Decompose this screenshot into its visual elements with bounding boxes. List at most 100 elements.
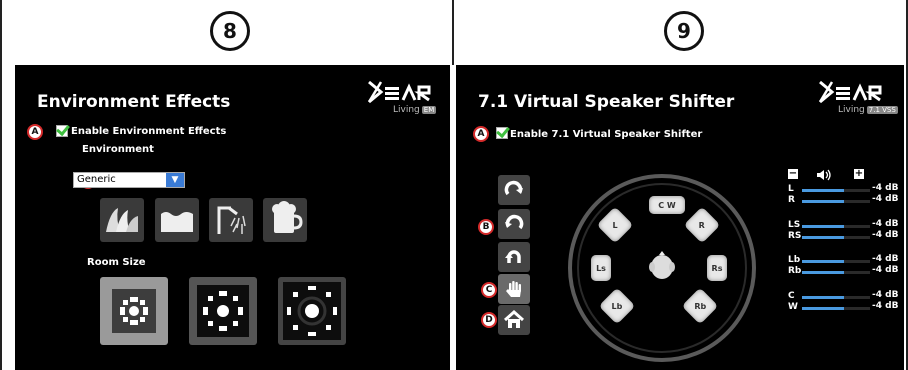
home-button[interactable]: [498, 305, 530, 335]
channel-name: L: [788, 184, 794, 194]
enable-environment-label: Enable Environment Effects: [71, 126, 227, 137]
environment-select-value: Generic: [77, 174, 116, 185]
channel-level: [802, 200, 845, 203]
channel-level: [802, 189, 845, 192]
listener-head-icon: [648, 251, 676, 281]
speaker-left-label: L: [612, 220, 618, 230]
channel-slider[interactable]: [802, 200, 870, 203]
marker-b: B: [478, 219, 494, 235]
room-large-icon: [283, 282, 341, 340]
xear-logo: Living 7.1 VSS: [818, 79, 898, 115]
speaker-center[interactable]: C W: [649, 196, 685, 214]
room-size-medium[interactable]: [189, 277, 257, 345]
marker-d: D: [481, 312, 497, 328]
xear-logo: Living EM: [367, 79, 439, 115]
enable-speaker-shifter-label: Enable 7.1 Virtual Speaker Shifter: [510, 129, 703, 140]
xear-logo-mark: [367, 80, 431, 104]
logo-sub: Living EM: [393, 105, 437, 115]
step-number-8: 8: [210, 11, 250, 51]
chevron-down-icon: ▼: [166, 173, 184, 187]
channel-name: Lb: [788, 255, 801, 265]
mug-icon: [272, 201, 303, 233]
channel-db: -4 dB: [872, 194, 899, 204]
enable-speaker-shifter-checkbox[interactable]: [496, 127, 508, 139]
channel-name: R: [788, 195, 795, 205]
step-number-9: 9: [664, 11, 704, 51]
xear-logo-mark: [818, 80, 882, 104]
frame-left-line: [0, 0, 2, 370]
room-size-large[interactable]: [278, 277, 346, 345]
channel-slider[interactable]: [802, 271, 870, 274]
channel-level: [802, 271, 845, 274]
enable-environment-checkbox[interactable]: [56, 125, 68, 137]
logo-badge: EM: [421, 106, 437, 114]
channel-db: -4 dB: [872, 230, 899, 240]
channel-slider[interactable]: [802, 236, 870, 239]
hand-drag-button[interactable]: [498, 274, 530, 304]
speaker-right-surround[interactable]: Rs: [707, 255, 727, 281]
speaker-ls-label: Ls: [596, 263, 606, 273]
marker-a: A: [27, 124, 43, 140]
rotate-reset-button[interactable]: [498, 242, 530, 272]
channel-slider[interactable]: [802, 225, 870, 228]
channel-db: -4 dB: [872, 301, 899, 311]
channel-name: W: [788, 302, 798, 312]
environment-label: Environment: [82, 144, 154, 155]
speaker-left-surround[interactable]: Ls: [591, 255, 611, 281]
rotate-counterclockwise-icon: [505, 214, 524, 230]
speaker-center-label: C: [658, 200, 665, 210]
volume-down-button[interactable]: −: [788, 169, 798, 179]
speaker-rb-label: Rb: [694, 301, 706, 311]
marker-a: A: [473, 126, 489, 142]
environment-shower-tile[interactable]: [209, 198, 253, 242]
channel-db: -4 dB: [872, 254, 899, 264]
channel-db: -4 dB: [872, 290, 899, 300]
water-icon: [161, 212, 193, 232]
channel-level: [802, 260, 845, 263]
rotate-counterclockwise-button[interactable]: [498, 209, 530, 239]
logo-sub: Living 7.1 VSS: [838, 105, 898, 115]
room-small-icon: [112, 289, 156, 333]
channel-name: C: [788, 291, 795, 301]
environment-theater-tile[interactable]: [100, 198, 144, 242]
room-size-label: Room Size: [87, 257, 146, 268]
home-icon: [504, 310, 524, 328]
speaker-right-label: R: [698, 220, 706, 230]
channel-slider[interactable]: [802, 260, 870, 263]
speaker-volume-icon: [817, 169, 831, 181]
channel-name: LS: [788, 220, 801, 230]
channel-slider[interactable]: [802, 296, 870, 299]
logo-badge: 7.1 VSS: [866, 106, 898, 114]
environment-water-tile[interactable]: [155, 198, 199, 242]
page-title: Environment Effects: [37, 92, 231, 112]
logo-product: Living: [838, 105, 865, 115]
rotate-clockwise-button[interactable]: [498, 175, 530, 205]
channel-level: [802, 236, 845, 239]
channel-level: [802, 296, 845, 299]
channel-level: [802, 225, 845, 228]
environment-select[interactable]: Generic ▼: [73, 172, 185, 188]
theater-icon: [106, 208, 138, 232]
channel-slider[interactable]: [802, 189, 870, 192]
rotate-clockwise-icon: [504, 180, 523, 196]
marker-c: C: [481, 282, 497, 298]
channel-db: -4 dB: [872, 183, 899, 193]
speaker-woofer-label: W: [666, 200, 676, 210]
channel-slider[interactable]: [802, 307, 870, 310]
room-size-small[interactable]: [100, 277, 168, 345]
hand-icon: [506, 281, 521, 297]
environment-effects-panel: Environment Effects Living EM A Enable En…: [15, 65, 450, 370]
channel-level: [802, 307, 845, 310]
page-title: 7.1 Virtual Speaker Shifter: [478, 92, 735, 112]
channel-name: RS: [788, 231, 802, 241]
rotate-reset-icon: [505, 250, 521, 263]
volume-up-button[interactable]: +: [854, 169, 864, 179]
environment-mug-tile[interactable]: [263, 198, 307, 242]
channel-name: Rb: [788, 266, 802, 276]
frame-divider: [452, 0, 454, 65]
channel-db: -4 dB: [872, 219, 899, 229]
logo-product: Living: [393, 105, 420, 115]
speaker-lb-label: Lb: [611, 301, 623, 311]
channel-db: -4 dB: [872, 265, 899, 275]
shower-icon: [217, 206, 246, 234]
